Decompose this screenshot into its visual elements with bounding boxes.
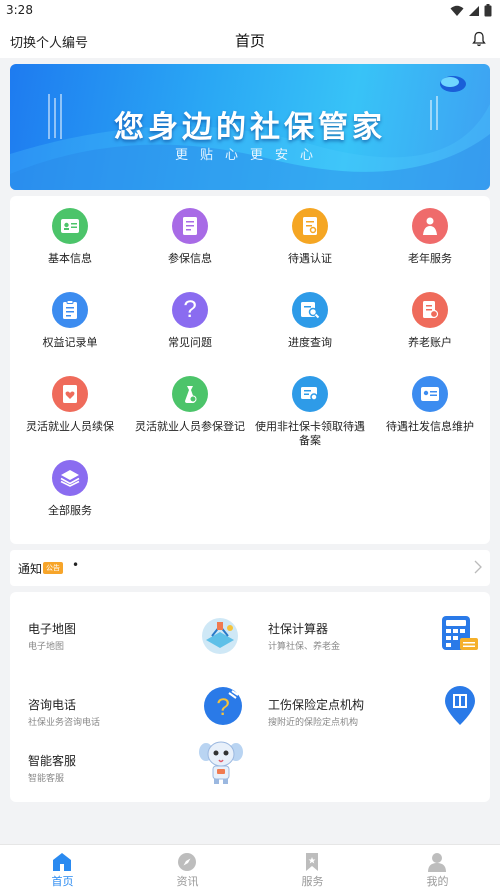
info-card-icon [412,376,448,412]
bell-icon[interactable] [472,31,486,51]
id-card-icon [52,208,88,244]
nav-label: 资讯 [176,875,199,888]
service-rights-record[interactable]: 权益记录单 [10,284,130,364]
renew-heart-icon [52,376,88,412]
service-all[interactable]: 全部服务 [10,452,130,532]
tool-title: 社保计算器 [268,622,329,636]
wifi-icon [450,5,464,16]
phone-question-icon: ? [203,686,243,730]
card-search-icon [292,376,328,412]
tool-desc: 计算社保、养老金 [268,642,341,652]
certify-doc-icon [292,208,328,244]
status-time: 3:28 [6,3,33,17]
signal-icon [469,5,479,16]
service-basic-info[interactable]: 基本信息 [10,200,130,280]
clipboard-icon [52,292,88,328]
home-icon [53,853,71,871]
tool-consult-phone[interactable]: 咨询电话 社保业务咨询电话 ? [10,686,250,744]
status-bar: 3:28 [0,0,500,22]
service-label: 基本信息 [48,252,92,265]
service-label: 使用非社保卡领取待遇备案 [255,420,365,447]
service-label: 灵活就业人员参保登记 [135,420,245,433]
tool-title: 电子地图 [28,622,77,636]
tool-injury-institutions[interactable]: 工伤保险定点机构 搜附近的保险定点机构 [250,686,490,744]
service-insurance-info[interactable]: 参保信息 [130,200,250,280]
service-label: 灵活就业人员续保 [26,420,114,433]
tool-title: 智能客服 [28,754,77,768]
tool-desc: 电子地图 [28,642,65,652]
nav-services[interactable]: 服务 [250,845,375,889]
notice-label: 通知 [18,562,43,576]
service-benefit-certify[interactable]: 待遇认证 [250,200,370,280]
pension-account-icon [412,292,448,328]
service-label: 参保信息 [168,252,212,265]
location-building-icon [442,684,478,730]
tool-smart-service[interactable]: 智能客服 智能客服 [10,741,250,800]
question-icon: ? [172,292,208,328]
nav-news[interactable]: 资讯 [125,845,250,889]
battery-icon [484,4,492,17]
user-icon [428,853,446,872]
service-label: 权益记录单 [42,336,98,349]
calculator-icon [440,614,480,658]
tool-title: 咨询电话 [28,698,77,712]
nav-home[interactable]: 首页 [0,845,125,889]
service-label: 待遇社发信息维护 [386,420,474,433]
service-label: 待遇认证 [288,252,332,265]
service-grid: 基本信息 参保信息 待遇认证 老年服务 权益记录单 ? 常见问题 进度查询 养老… [10,196,490,544]
service-label: 全部服务 [48,504,92,517]
service-label: 老年服务 [408,252,452,265]
tool-insurance-calculator[interactable]: 社保计算器 计算社保、养老金 [250,612,490,668]
service-label: 进度查询 [288,336,332,349]
robot-mascot-icon [198,738,244,790]
elderly-icon [412,208,448,244]
nav-label: 首页 [51,875,74,888]
svg-text:?: ? [216,694,229,721]
bookmark-icon [306,853,318,871]
promo-banner[interactable]: 您身边的社保管家 更贴心更安心 [10,64,490,190]
tool-title: 工伤保险定点机构 [268,698,365,712]
register-bag-icon [172,376,208,412]
compass-icon [178,853,196,871]
service-flexible-register[interactable]: 灵活就业人员参保登记 [130,368,250,448]
app-header: 切换个人编号 首页 [0,22,500,58]
nav-label: 我的 [426,875,449,888]
service-label: 养老账户 [408,336,452,349]
map-illustration-icon [200,614,240,660]
service-label: 常见问题 [168,336,212,349]
insurance-doc-icon [172,208,208,244]
service-benefit-info-maintenance[interactable]: 待遇社发信息维护 [370,368,490,448]
banner-title: 您身边的社保管家 [114,110,386,145]
tool-electronic-map[interactable]: 电子地图 电子地图 [10,612,250,668]
nav-mine[interactable]: 我的 [375,845,500,889]
service-progress-query[interactable]: 进度查询 [250,284,370,364]
layers-icon [52,460,88,496]
nav-label: 服务 [301,875,324,888]
chevron-right-icon [474,559,482,578]
notice-text: • [72,558,80,572]
service-faq[interactable]: ? 常见问题 [130,284,250,364]
tool-desc: 智能客服 [28,774,65,784]
banner-subtitle: 更贴心更安心 [174,148,325,163]
service-elderly[interactable]: 老年服务 [370,200,490,280]
tool-desc: 社保业务咨询电话 [28,718,101,728]
notice-bar[interactable]: 通知 公告 • [10,550,490,586]
service-pension-account[interactable]: 养老账户 [370,284,490,364]
tool-desc: 搜附近的保险定点机构 [268,718,359,728]
status-icons [450,4,492,17]
progress-search-icon [292,292,328,328]
tools-card: 电子地图 电子地图 社保计算器 计算社保、养老金 咨询电话 社保业务咨询电话 ?… [10,592,490,802]
switch-personal-id-button[interactable]: 切换个人编号 [10,32,88,51]
service-noncard-filing[interactable]: 使用非社保卡领取待遇备案 [250,368,370,448]
bottom-nav: 首页 资讯 服务 我的 [0,844,500,889]
service-flexible-renew[interactable]: 灵活就业人员续保 [10,368,130,448]
notice-tag: 公告 [43,562,63,574]
